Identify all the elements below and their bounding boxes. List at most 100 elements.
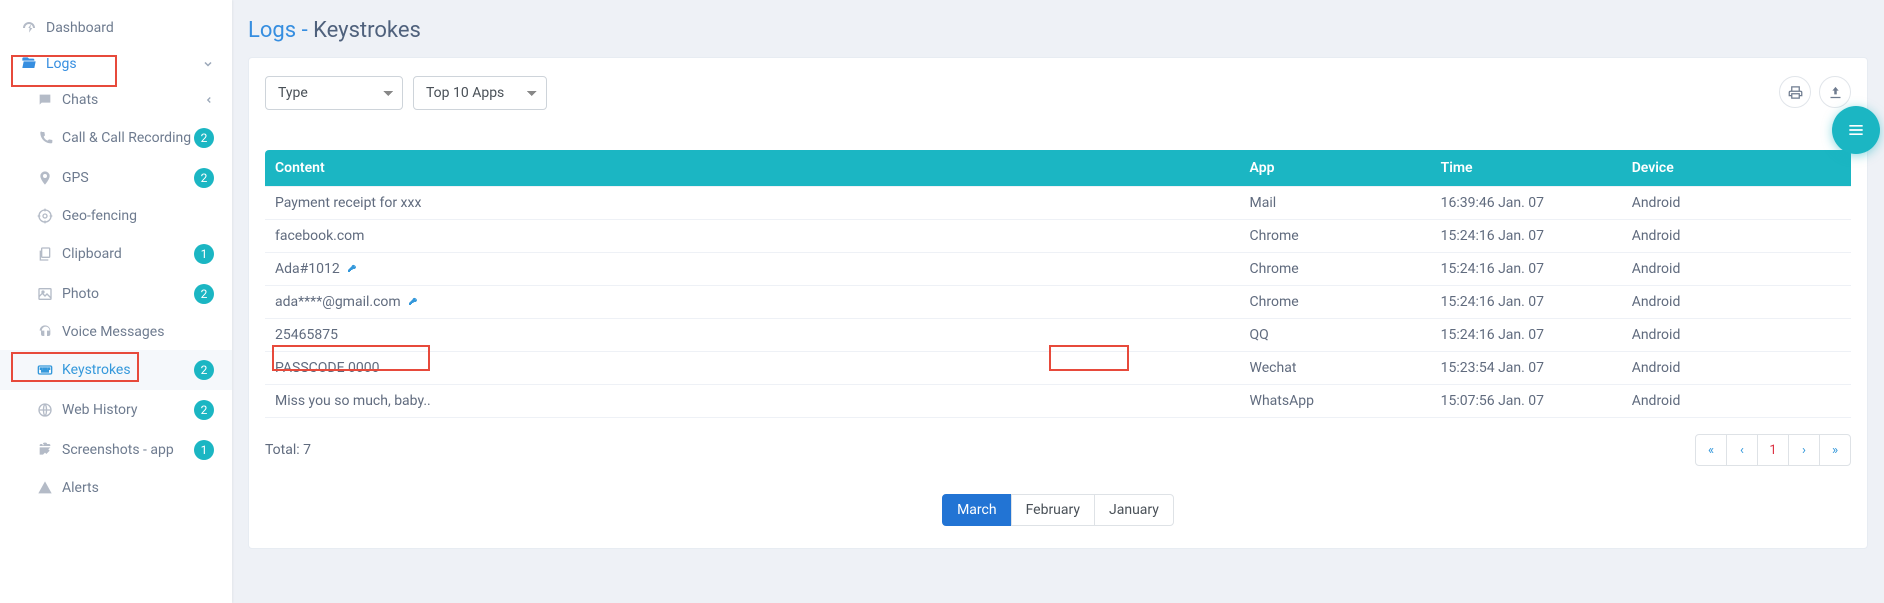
month-button-february[interactable]: February <box>1011 494 1095 526</box>
sidebar-label: Logs <box>46 56 202 72</box>
cell-time: 15:23:54 Jan. 07 <box>1431 352 1622 385</box>
sidebar-item-dashboard[interactable]: Dashboard <box>0 10 232 46</box>
geofencing-icon <box>34 208 56 224</box>
sidebar-badge: 2 <box>194 128 214 148</box>
key-icon <box>344 261 359 277</box>
page-number-button[interactable]: 1 <box>1757 434 1789 466</box>
page-first-button[interactable]: « <box>1695 434 1727 466</box>
cell-content: PASSCODE 0000 <box>265 352 1240 385</box>
col-app[interactable]: App <box>1240 150 1431 187</box>
sidebar-item-gps[interactable]: GPS2 <box>0 158 232 198</box>
cell-device: Android <box>1622 253 1851 286</box>
chevron-left-icon <box>204 95 214 105</box>
folder-open-icon <box>18 56 40 72</box>
sidebar-badge: 1 <box>194 244 214 264</box>
sidebar-item-screenshots[interactable]: Screenshots - app1 <box>0 430 232 470</box>
sidebar-label: Geo-fencing <box>62 208 214 224</box>
page-next-button[interactable]: › <box>1788 434 1820 466</box>
sidebar-item-keystrokes[interactable]: Keystrokes2 <box>0 350 232 390</box>
sidebar-item-chats[interactable]: Chats <box>0 82 232 118</box>
cell-app: Mail <box>1240 187 1431 220</box>
sidebar-label: Voice Messages <box>62 324 214 340</box>
page-title-main: Logs <box>248 18 296 43</box>
main-content: Logs - Keystrokes Type Top 10 Apps <box>232 0 1884 603</box>
page-last-button[interactable]: » <box>1819 434 1851 466</box>
table-header-row: Content App Time Device <box>265 150 1851 187</box>
keystrokes-icon <box>34 362 56 378</box>
sidebar-item-voice[interactable]: Voice Messages <box>0 314 232 350</box>
cell-content: facebook.com <box>265 220 1240 253</box>
alerts-icon <box>34 480 56 496</box>
cell-time: 15:24:16 Jan. 07 <box>1431 253 1622 286</box>
col-device[interactable]: Device <box>1622 150 1851 187</box>
sidebar-item-alerts[interactable]: Alerts <box>0 470 232 506</box>
sidebar-label: Clipboard <box>62 246 194 262</box>
sidebar-label: Photo <box>62 286 194 302</box>
sidebar-label: Dashboard <box>46 20 214 36</box>
sidebar-item-webhistory[interactable]: Web History2 <box>0 390 232 430</box>
table-row[interactable]: 25465875QQ15:24:16 Jan. 07Android <box>265 319 1851 352</box>
sidebar-item-calls[interactable]: Call & Call Recording2 <box>0 118 232 158</box>
sidebar-badge: 2 <box>194 360 214 380</box>
month-button-march[interactable]: March <box>942 494 1012 526</box>
cell-time: 15:24:16 Jan. 07 <box>1431 286 1622 319</box>
table-row[interactable]: Ada#1012 Chrome15:24:16 Jan. 07Android <box>265 253 1851 286</box>
cell-time: 15:24:16 Jan. 07 <box>1431 220 1622 253</box>
keystrokes-table: Content App Time Device Payment receipt … <box>265 150 1851 418</box>
sidebar-badge: 2 <box>194 168 214 188</box>
webhistory-icon <box>34 402 56 418</box>
page-title-sep: - <box>296 18 313 43</box>
col-content[interactable]: Content <box>265 150 1240 187</box>
cell-time: 15:07:56 Jan. 07 <box>1431 385 1622 418</box>
cell-device: Android <box>1622 286 1851 319</box>
sidebar-label: Chats <box>62 92 204 108</box>
sidebar-label: GPS <box>62 170 194 186</box>
cell-time: 15:24:16 Jan. 07 <box>1431 319 1622 352</box>
table-row[interactable]: facebook.comChrome15:24:16 Jan. 07Androi… <box>265 220 1851 253</box>
cell-device: Android <box>1622 220 1851 253</box>
voice-icon <box>34 324 56 340</box>
type-select[interactable]: Type <box>265 76 403 110</box>
menu-fab-button[interactable] <box>1832 106 1880 154</box>
sidebar-label: Keystrokes <box>62 362 194 378</box>
sidebar: Dashboard Logs Chats Call & Call Recordin… <box>0 0 232 603</box>
export-icon <box>1828 85 1843 100</box>
cell-app: Chrome <box>1240 253 1431 286</box>
sidebar-label: Screenshots - app <box>62 442 194 458</box>
sidebar-label: Call & Call Recording <box>62 130 194 146</box>
sidebar-item-photo[interactable]: Photo2 <box>0 274 232 314</box>
photo-icon <box>34 286 56 302</box>
top-apps-select[interactable]: Top 10 Apps <box>413 76 547 110</box>
month-button-january[interactable]: January <box>1094 494 1174 526</box>
sidebar-item-clipboard[interactable]: Clipboard1 <box>0 234 232 274</box>
sidebar-label: Alerts <box>62 480 214 496</box>
key-icon <box>405 294 420 310</box>
col-time[interactable]: Time <box>1431 150 1622 187</box>
total-count: Total: 7 <box>265 442 311 458</box>
sidebar-badge: 1 <box>194 440 214 460</box>
cell-device: Android <box>1622 187 1851 220</box>
cell-device: Android <box>1622 352 1851 385</box>
cell-content: Ada#1012 <box>265 253 1240 286</box>
table-row[interactable]: Miss you so much, baby..WhatsApp15:07:56… <box>265 385 1851 418</box>
sidebar-item-geofencing[interactable]: Geo-fencing <box>0 198 232 234</box>
print-button[interactable] <box>1779 76 1811 108</box>
toolbar: Type Top 10 Apps <box>265 76 1851 110</box>
page-prev-button[interactable]: ‹ <box>1726 434 1758 466</box>
sidebar-item-logs[interactable]: Logs <box>0 46 232 82</box>
table-row[interactable]: PASSCODE 0000Wechat15:23:54 Jan. 07Andro… <box>265 352 1851 385</box>
page-title-sub: Keystrokes <box>313 18 421 43</box>
chevron-down-icon <box>202 58 214 70</box>
cell-app: Chrome <box>1240 286 1431 319</box>
export-button[interactable] <box>1819 76 1851 108</box>
dashboard-icon <box>18 20 40 36</box>
cell-device: Android <box>1622 385 1851 418</box>
pagination: « ‹ 1 › » <box>1695 434 1851 466</box>
cell-app: Chrome <box>1240 220 1431 253</box>
hamburger-icon <box>1846 120 1866 140</box>
print-icon <box>1788 85 1803 100</box>
cell-time: 16:39:46 Jan. 07 <box>1431 187 1622 220</box>
table-row[interactable]: Payment receipt for xxxMail16:39:46 Jan.… <box>265 187 1851 220</box>
table-row[interactable]: ada****@gmail.com Chrome15:24:16 Jan. 07… <box>265 286 1851 319</box>
cell-content: Miss you so much, baby.. <box>265 385 1240 418</box>
